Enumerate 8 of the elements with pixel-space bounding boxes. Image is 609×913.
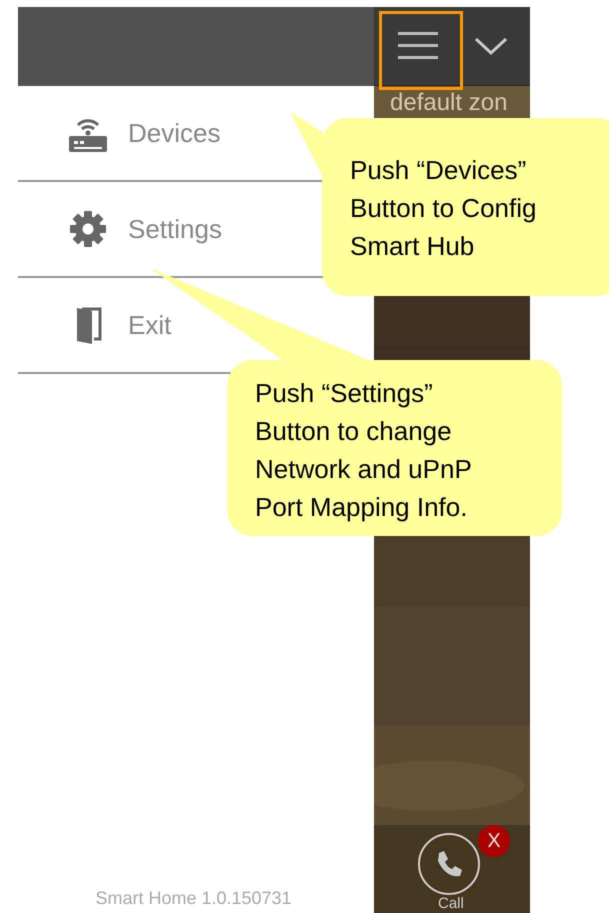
gear-icon	[68, 209, 108, 249]
version-text: Smart Home 1.0.150731	[94, 888, 293, 910]
chevron-down-icon[interactable]	[474, 36, 508, 56]
call-label: Call	[438, 895, 464, 912]
missed-call-badge: X	[478, 825, 510, 857]
zone-label: default zon	[390, 89, 508, 117]
callout-text: Push “Devices” Button to Config Smart Hub	[322, 118, 609, 296]
call-button[interactable]	[418, 833, 480, 895]
